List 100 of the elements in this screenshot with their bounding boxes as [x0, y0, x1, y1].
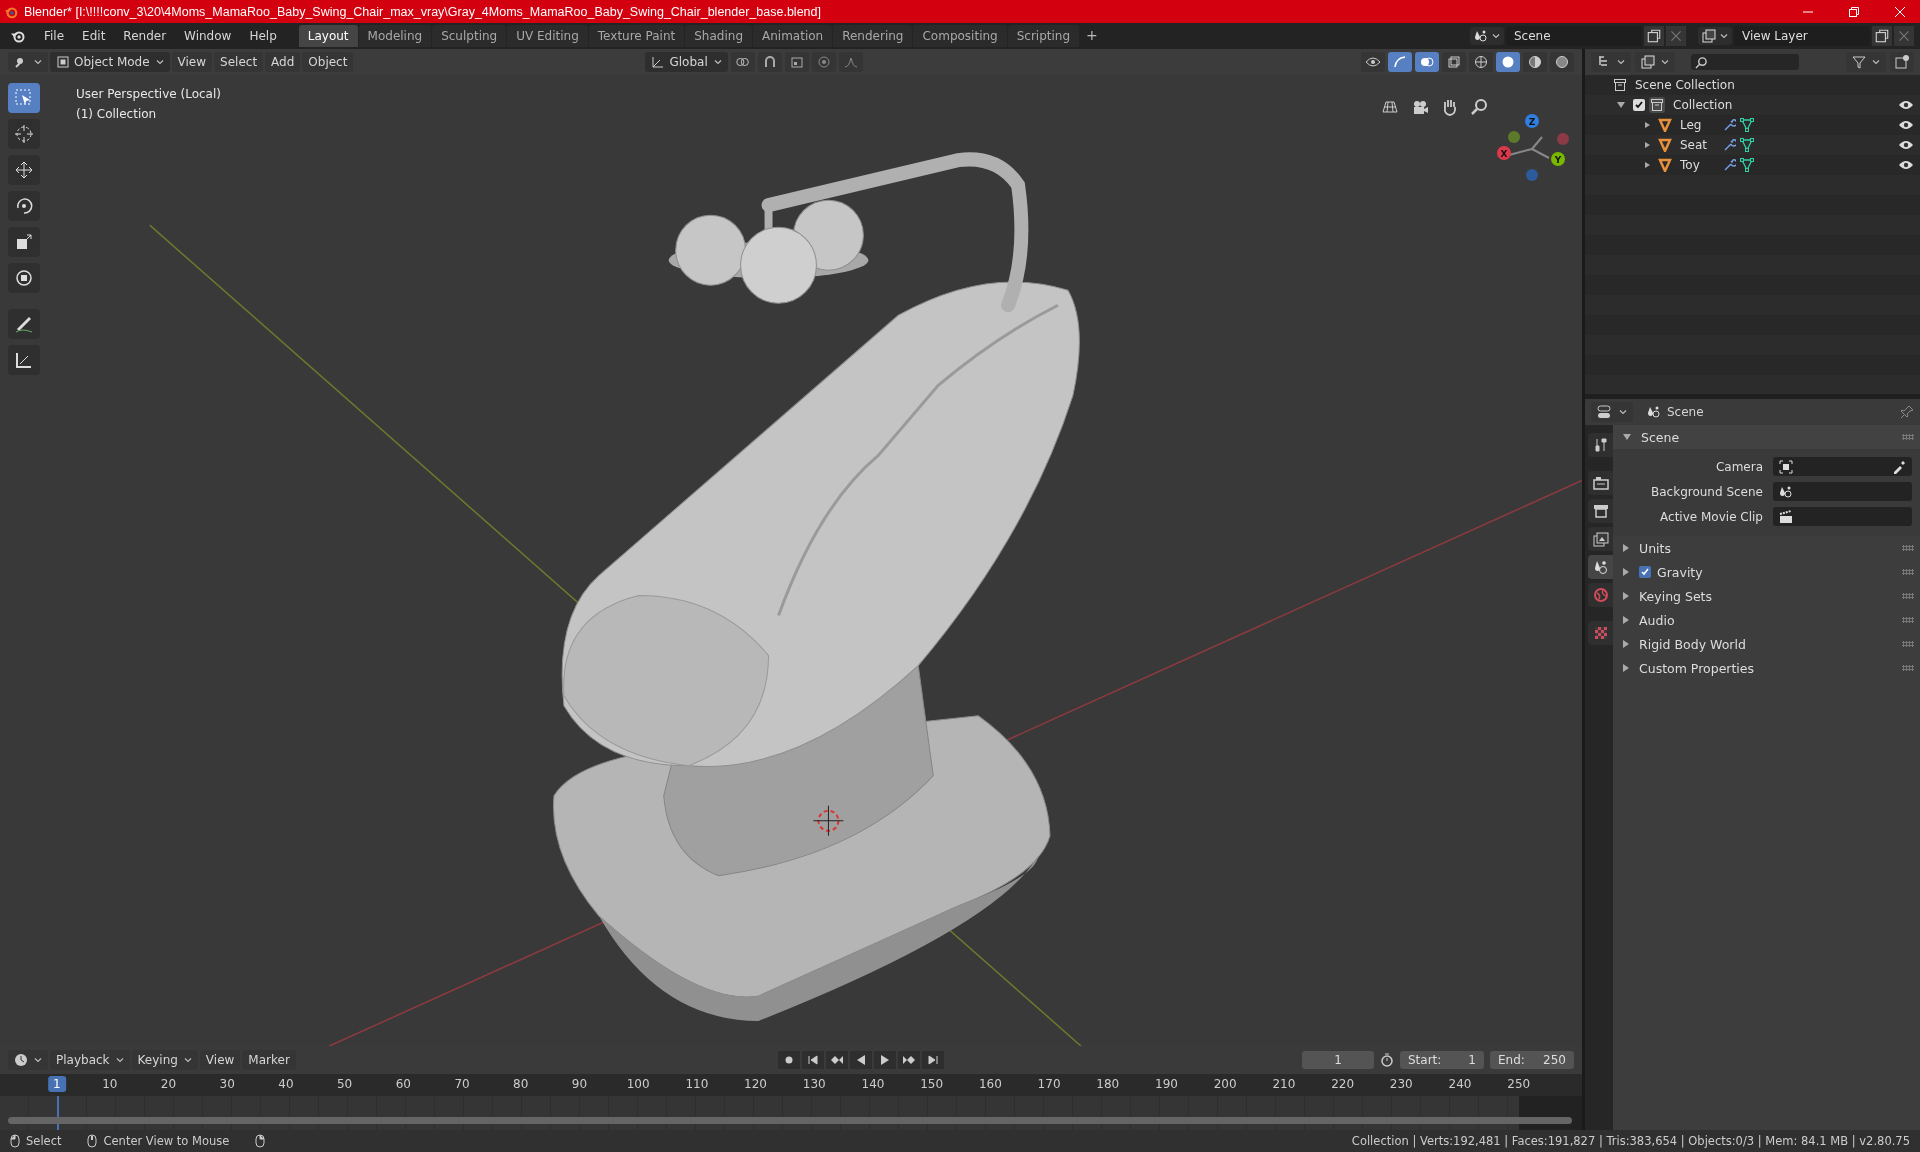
outliner-item[interactable]: Scene Collection	[1635, 78, 1735, 92]
filter-button[interactable]	[1846, 52, 1886, 72]
disclosure-triangle-icon[interactable]	[1645, 122, 1650, 128]
world-tab[interactable]	[1588, 583, 1613, 607]
snap-target-icon[interactable]	[784, 52, 809, 72]
menu-item[interactable]: Add	[265, 52, 301, 72]
output-tab[interactable]	[1588, 499, 1613, 523]
jump-start-button[interactable]	[801, 1051, 824, 1069]
current-frame-field[interactable]: 1	[1302, 1051, 1374, 1069]
menu-item[interactable]: Object	[302, 52, 354, 72]
scene-name-field[interactable]: Scene	[1506, 26, 1642, 46]
menu-item[interactable]: Select	[214, 52, 264, 72]
rotate-tool-button[interactable]	[8, 191, 40, 221]
render-tab[interactable]	[1588, 471, 1613, 495]
texture-tab[interactable]	[1588, 621, 1613, 645]
panel-header[interactable]: Scene	[1613, 425, 1920, 449]
select-tool-button[interactable]	[8, 83, 40, 113]
wrench-icon[interactable]	[1722, 118, 1736, 132]
panel-header[interactable]: Units	[1613, 536, 1920, 560]
mesh-data-icon[interactable]	[1740, 118, 1754, 132]
annotate-tool-button[interactable]	[8, 309, 40, 339]
panel-header[interactable]: Custom Properties	[1613, 656, 1920, 680]
falloff-curve-icon[interactable]	[838, 52, 863, 72]
drag-grip-icon[interactable]	[1902, 665, 1914, 671]
disclosure-triangle-icon[interactable]	[1623, 592, 1629, 600]
restore-icon[interactable]	[1848, 5, 1860, 18]
play-button[interactable]	[873, 1051, 896, 1069]
view-layer-name-field[interactable]: View Layer	[1734, 26, 1870, 46]
menu-item[interactable]: View	[199, 1050, 241, 1070]
drag-grip-icon[interactable]	[1902, 641, 1914, 647]
workspace-tab[interactable]: Animation	[753, 25, 833, 47]
overlays-toggle-icon[interactable]	[1415, 52, 1439, 72]
copy-icon[interactable]	[1644, 26, 1664, 46]
disclosure-triangle-icon[interactable]	[1623, 434, 1631, 440]
eyedropper-icon[interactable]	[1892, 459, 1906, 474]
menu-item[interactable]: Keying	[131, 1050, 198, 1070]
wrench-icon[interactable]	[1722, 138, 1736, 152]
start-frame-field[interactable]: Start: 1	[1400, 1051, 1484, 1069]
workspace-tab[interactable]: Sculpting	[432, 25, 507, 47]
display-mode-button[interactable]	[1591, 52, 1631, 72]
drag-grip-icon[interactable]	[1902, 545, 1914, 551]
record-button[interactable]	[777, 1051, 800, 1069]
move-tool-button[interactable]	[8, 155, 40, 185]
workspace-tab[interactable]: Texture Paint	[588, 25, 685, 47]
outliner-item[interactable]: Toy	[1680, 158, 1718, 172]
menu-item[interactable]: Window	[176, 26, 240, 46]
xray-toggle-icon[interactable]	[1442, 52, 1466, 72]
mode-dropdown[interactable]: Object Mode	[50, 52, 170, 72]
wireframe-shading-icon[interactable]	[1469, 52, 1493, 72]
object-picker-field[interactable]	[1773, 482, 1912, 501]
previous-keyframe-button[interactable]	[825, 1051, 848, 1069]
material-shading-icon[interactable]	[1523, 52, 1547, 72]
axis-gizmo[interactable]: Z X Y	[1497, 114, 1569, 181]
object-picker-field[interactable]	[1773, 507, 1912, 526]
disclosure-triangle-icon[interactable]	[1623, 568, 1629, 576]
mesh-data-icon[interactable]	[1740, 158, 1754, 172]
disclosure-triangle-icon[interactable]	[1623, 664, 1629, 672]
checkbox[interactable]	[1633, 99, 1645, 111]
drag-grip-icon[interactable]	[1902, 569, 1914, 575]
workspace-tab[interactable]: Modeling	[358, 25, 432, 47]
mesh-data-icon[interactable]	[1740, 138, 1754, 152]
outliner-item[interactable]: Collection	[1673, 98, 1733, 112]
disclosure-triangle-icon[interactable]	[1623, 616, 1629, 624]
tool-tab[interactable]	[1588, 433, 1613, 457]
disclosure-triangle-icon[interactable]	[1623, 640, 1629, 648]
gizmo-toggle-icon[interactable]	[1388, 52, 1412, 72]
stopwatch-icon[interactable]	[1380, 1053, 1394, 1067]
cursor-tool-button[interactable]	[8, 119, 40, 149]
scroll-bar[interactable]	[8, 1117, 1572, 1124]
outliner-item[interactable]: Leg	[1680, 118, 1718, 132]
transform-tool-button[interactable]	[8, 263, 40, 293]
workspace-tab[interactable]: UV Editing	[507, 25, 588, 47]
menu-item[interactable]: View	[171, 52, 213, 72]
visibility-eye-icon[interactable]	[1898, 159, 1914, 171]
panel-header[interactable]: Gravity	[1613, 560, 1920, 584]
drag-grip-icon[interactable]	[1902, 434, 1914, 440]
disclosure-triangle-icon[interactable]	[1645, 162, 1650, 168]
solid-shading-icon[interactable]	[1496, 52, 1520, 72]
menu-item[interactable]: Help	[241, 26, 285, 46]
next-keyframe-button[interactable]	[897, 1051, 920, 1069]
editor-type-button[interactable]	[1591, 402, 1633, 422]
disclosure-triangle-icon[interactable]	[1623, 544, 1629, 552]
add-workspace-button[interactable]: +	[1080, 25, 1104, 47]
scene-tab[interactable]	[1588, 555, 1613, 579]
menu-item[interactable]: Playback	[50, 1050, 130, 1070]
scale-tool-button[interactable]	[8, 227, 40, 257]
search-field[interactable]	[1691, 54, 1799, 70]
snap-magnet-icon[interactable]	[757, 52, 782, 72]
new-collection-icon[interactable]	[1890, 52, 1914, 72]
menu-item[interactable]: Render	[115, 26, 175, 46]
workspace-tab[interactable]: Layout	[298, 25, 358, 47]
panel-header[interactable]: Audio	[1613, 608, 1920, 632]
view-layer-tab[interactable]	[1588, 527, 1613, 551]
workspace-tab[interactable]: Shading	[685, 25, 752, 47]
proportional-edit-icon[interactable]	[811, 52, 836, 72]
object-picker-field[interactable]	[1773, 457, 1912, 476]
panel-header[interactable]: Keying Sets	[1613, 584, 1920, 608]
editor-type-button[interactable]	[8, 52, 48, 72]
visibility-eye-icon[interactable]	[1898, 99, 1914, 111]
measure-tool-button[interactable]	[8, 345, 40, 375]
